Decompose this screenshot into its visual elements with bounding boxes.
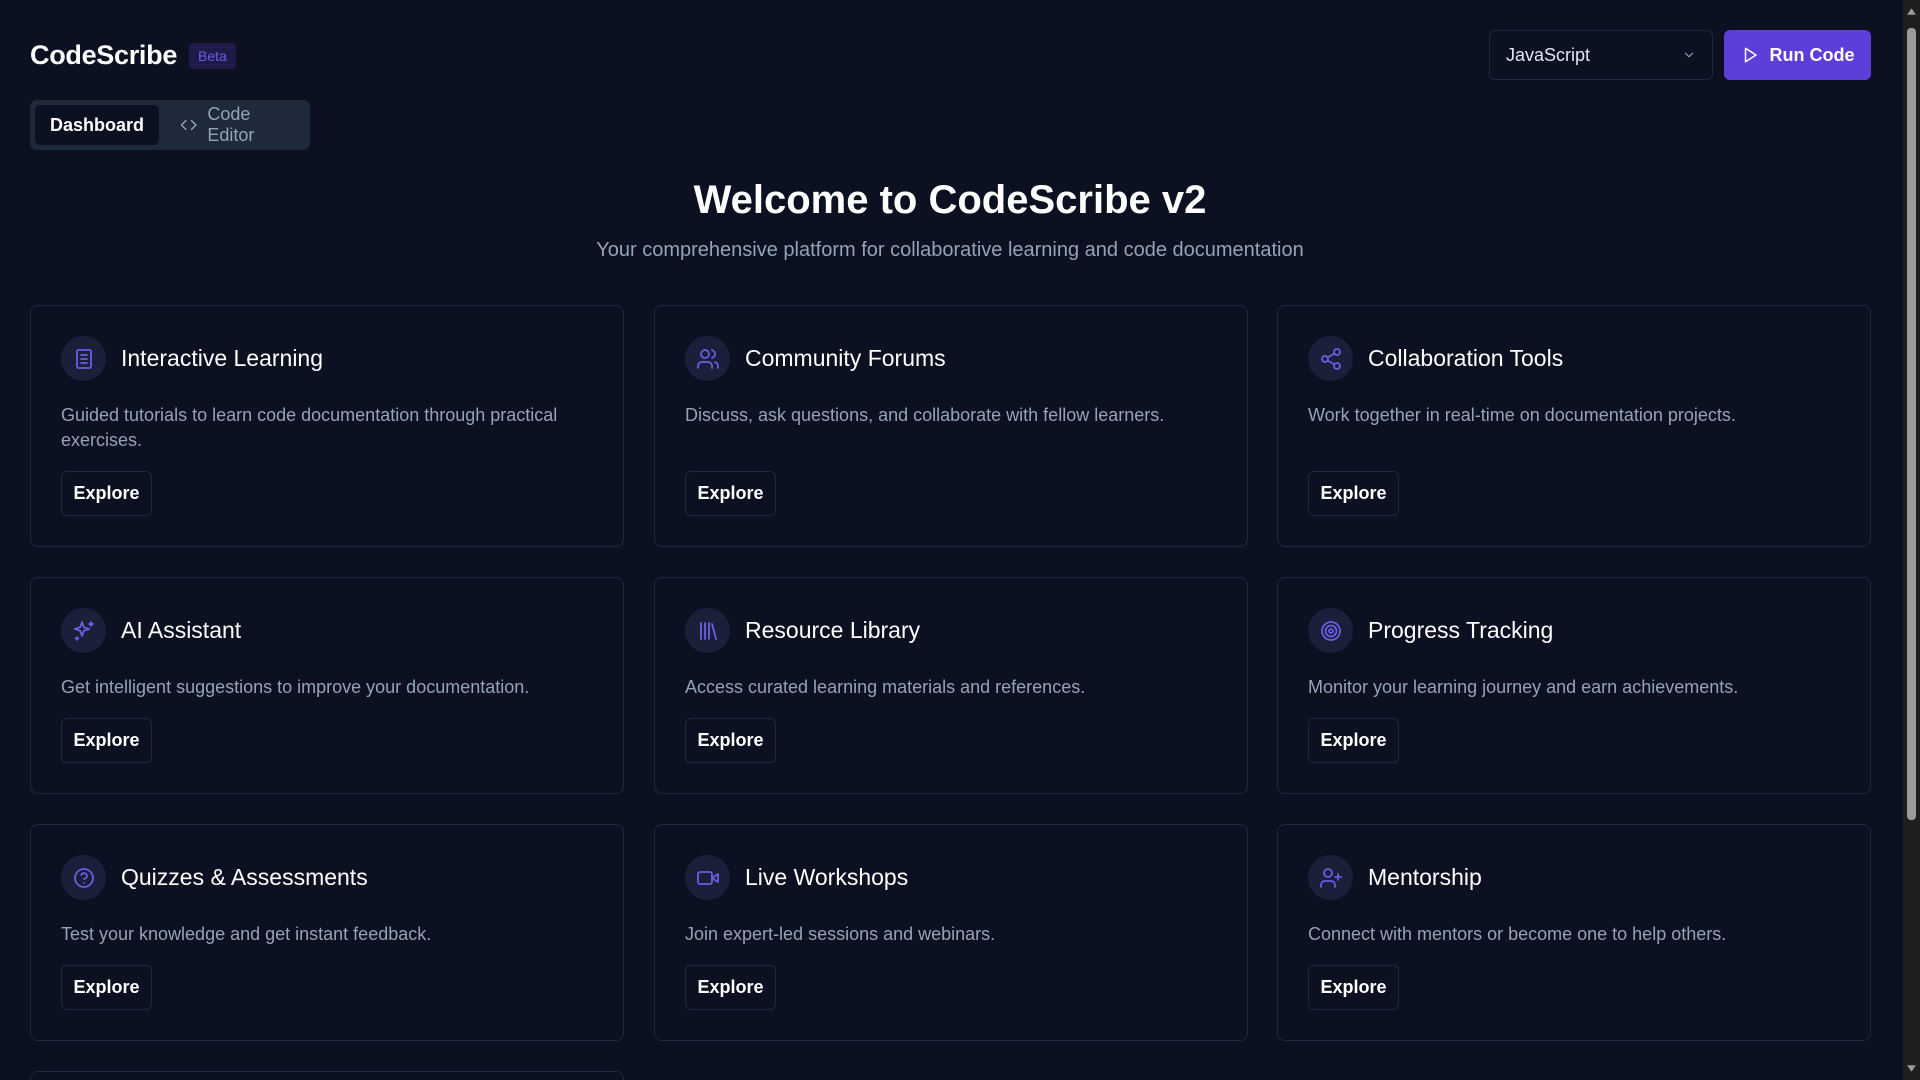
users-icon <box>685 336 730 381</box>
chevron-down-icon <box>1684 52 1694 58</box>
feature-card-collaboration-tools: Collaboration Tools Work together in rea… <box>1277 305 1871 547</box>
card-header: Mentorship <box>1308 855 1482 900</box>
feature-card-quizzes-assessments: Quizzes & Assessments Test your knowledg… <box>30 824 624 1041</box>
explore-button[interactable]: Explore <box>1308 718 1399 763</box>
tab-dashboard-label: Dashboard <box>50 114 145 135</box>
feature-card-interactive-learning: Interactive Learning Guided tutorials to… <box>30 305 624 547</box>
run-code-label: Run Code <box>1769 44 1855 65</box>
card-header: Collaboration Tools <box>1308 336 1563 381</box>
user-plus-icon <box>1308 855 1353 900</box>
card-title: AI Assistant <box>121 617 242 643</box>
card-description: Connect with mentors or become one to he… <box>1308 924 1727 944</box>
feature-card-community-forums: Community Forums Discuss, ask questions,… <box>654 305 1248 547</box>
explore-button[interactable]: Explore <box>61 965 152 1010</box>
card-title: Progress Tracking <box>1368 617 1554 643</box>
explore-button[interactable]: Explore <box>1308 471 1399 516</box>
beta-badge: Beta <box>189 42 236 69</box>
language-select[interactable]: JavaScript <box>1489 30 1713 80</box>
help-circle-icon <box>61 855 106 900</box>
view-tabs: Dashboard Code Editor <box>30 100 310 150</box>
card-title: Collaboration Tools <box>1368 345 1564 371</box>
explore-button[interactable]: Explore <box>61 718 152 763</box>
card-header: Quizzes & Assessments <box>61 855 368 900</box>
library-icon <box>685 608 730 653</box>
feature-card-mentorship: Mentorship Connect with mentors or becom… <box>1277 824 1871 1041</box>
code-icon <box>180 119 197 131</box>
feature-card-progress-tracking: Progress Tracking Monitor your learning … <box>1277 577 1871 794</box>
brand-name: CodeScribe <box>30 40 178 70</box>
card-description: Get intelligent suggestions to improve y… <box>61 677 530 697</box>
target-icon <box>1308 608 1353 653</box>
explore-button[interactable]: Explore <box>685 965 776 1010</box>
page-subtitle: Your comprehensive platform for collabor… <box>596 239 1304 261</box>
feature-card-partial <box>30 1071 624 1080</box>
page-title: Welcome to CodeScribe v2 <box>693 178 1207 222</box>
brand: CodeScribe Beta <box>30 40 236 71</box>
card-description: Join expert-led sessions and webinars. <box>685 924 996 944</box>
card-title: Quizzes & Assessments <box>121 864 368 890</box>
share-icon <box>1308 336 1353 381</box>
app-root: CodeScribe Beta JavaScript Run Code Dash… <box>0 0 1920 1080</box>
play-icon <box>1744 47 1757 63</box>
card-title: Live Workshops <box>745 864 909 890</box>
tab-code-editor-label: Code Editor <box>207 104 255 145</box>
card-header: Community Forums <box>685 336 946 381</box>
feature-card-resource-library: Resource Library Access curated learning… <box>654 577 1248 794</box>
scrollbar-thumb[interactable] <box>1907 28 1916 820</box>
card-description: Guided tutorials to learn code documenta… <box>61 405 558 450</box>
card-description: Discuss, ask questions, and collaborate … <box>685 405 1165 425</box>
language-select-value: JavaScript <box>1506 44 1591 65</box>
vertical-scrollbar[interactable] <box>1903 0 1920 1080</box>
card-description: Access curated learning materials and re… <box>685 677 1086 697</box>
book-icon <box>61 336 106 381</box>
card-header: AI Assistant <box>61 608 241 653</box>
card-header: Interactive Learning <box>61 336 323 381</box>
video-icon <box>685 855 730 900</box>
scroll-up-icon[interactable] <box>1906 6 1917 17</box>
explore-button[interactable]: Explore <box>685 718 776 763</box>
explore-button[interactable]: Explore <box>61 471 152 516</box>
card-title: Mentorship <box>1368 864 1482 890</box>
card-title: Resource Library <box>745 617 921 643</box>
sparkles-icon <box>61 608 106 653</box>
run-code-button[interactable]: Run Code <box>1724 30 1871 80</box>
card-title: Community Forums <box>745 345 946 371</box>
tab-dashboard[interactable]: Dashboard <box>35 105 160 145</box>
card-description: Monitor your learning journey and earn a… <box>1308 677 1739 697</box>
card-header: Progress Tracking <box>1308 608 1553 653</box>
card-title: Interactive Learning <box>121 345 324 371</box>
card-header: Resource Library <box>685 608 920 653</box>
feature-card-live-workshops: Live Workshops Join expert-led sessions … <box>654 824 1248 1041</box>
scroll-down-icon[interactable] <box>1906 1063 1917 1074</box>
explore-button[interactable]: Explore <box>685 471 776 516</box>
explore-button[interactable]: Explore <box>1308 965 1399 1010</box>
feature-card-ai-assistant: AI Assistant Get intelligent suggestions… <box>30 577 624 794</box>
card-header: Live Workshops <box>685 855 908 900</box>
tab-code-editor[interactable]: Code Editor <box>165 104 305 145</box>
card-description: Test your knowledge and get instant feed… <box>61 924 432 944</box>
card-description: Work together in real-time on documentat… <box>1308 405 1736 425</box>
